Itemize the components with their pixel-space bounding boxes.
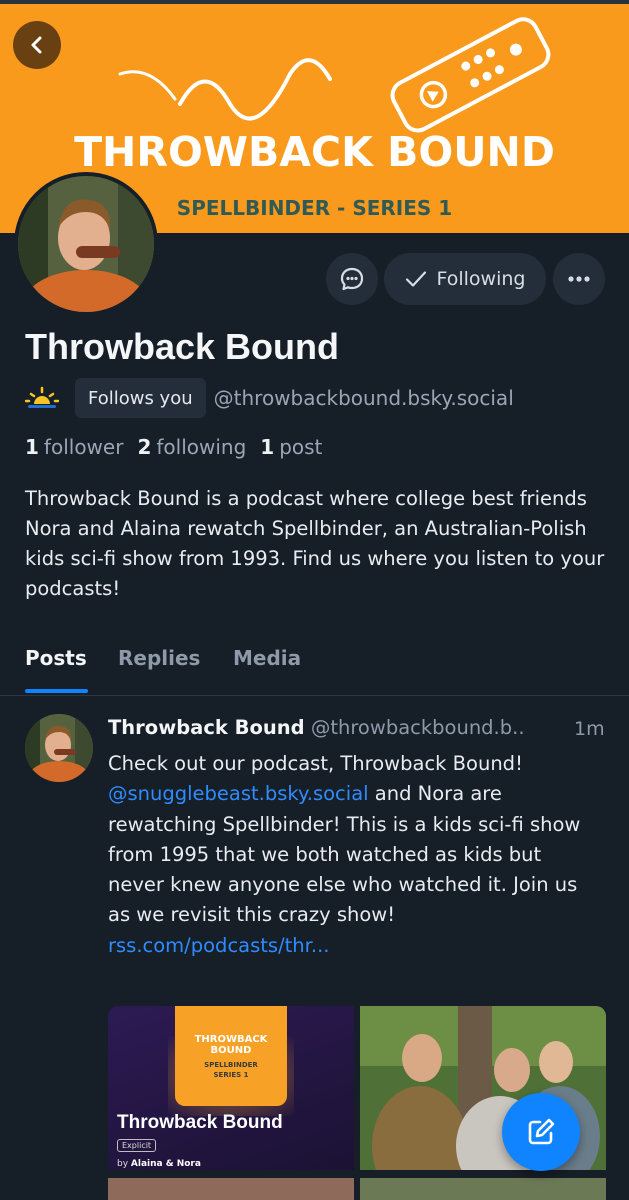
- podcast-cover-card-subtitle: SPELLBINDER SERIES 1: [204, 1061, 258, 1079]
- post-external-link[interactable]: rss.com/podcasts/thr...: [108, 934, 329, 957]
- post-author-handle[interactable]: @throwbackbound.b..: [311, 716, 525, 739]
- post-mention-link[interactable]: @snugglebeast.bsky.social: [108, 782, 369, 805]
- compose-post-button[interactable]: [502, 1093, 580, 1171]
- sunrise-emoji-icon: [25, 386, 59, 408]
- tab-replies[interactable]: Replies: [118, 646, 200, 670]
- message-button[interactable]: [326, 253, 378, 305]
- explicit-badge: Explicit: [117, 1139, 157, 1152]
- post-text-intro: Check out our podcast, Throwback Bound!: [108, 752, 523, 775]
- post-text: Check out our podcast, Throwback Bound! …: [108, 749, 603, 961]
- profile-display-name: Throwback Bound: [25, 326, 339, 367]
- banner-title: THROWBACK BOUND: [74, 128, 555, 176]
- post-timestamp[interactable]: 1m: [574, 718, 605, 740]
- ellipsis-icon: [568, 276, 590, 282]
- compose-icon: [528, 1118, 555, 1145]
- media-image-3[interactable]: [108, 1178, 354, 1200]
- followers-count: 1: [25, 435, 39, 459]
- post-avatar[interactable]: [25, 714, 93, 782]
- media-image-4[interactable]: [360, 1178, 606, 1200]
- follows-you-badge: Follows you: [75, 378, 206, 418]
- tab-media[interactable]: Media: [233, 646, 301, 670]
- avatar-photo: [25, 714, 93, 782]
- media-image-podcast-cover[interactable]: THROWBACK BOUND SPELLBINDER SERIES 1 Thro…: [108, 1006, 354, 1170]
- active-tab-indicator: [25, 689, 88, 693]
- profile-stats: 1 follower 2 following 1 post: [25, 435, 336, 459]
- more-options-button[interactable]: [553, 253, 605, 305]
- following-label: following: [156, 435, 247, 459]
- profile-bio: Throwback Bound is a podcast where colle…: [25, 487, 605, 600]
- podcast-cover-title: Throwback Bound: [117, 1112, 283, 1133]
- posts-stat: 1 post: [260, 435, 322, 459]
- following-stat[interactable]: 2 following: [137, 435, 246, 459]
- podcast-cover-author: by Alaina & Nora: [117, 1159, 201, 1169]
- message-icon: [340, 267, 364, 291]
- podcast-cover-card: THROWBACK BOUND SPELLBINDER SERIES 1: [175, 1006, 287, 1106]
- profile-meta-row: Follows you @throwbackbound.bsky.social: [25, 378, 514, 418]
- post-header: Throwback Bound @throwbackbound.b..: [108, 716, 613, 739]
- chevron-left-icon: [31, 36, 42, 54]
- profile-avatar[interactable]: [14, 172, 158, 316]
- post-author-name[interactable]: Throwback Bound: [108, 716, 305, 739]
- profile-handle[interactable]: @throwbackbound.bsky.social: [214, 386, 514, 410]
- tab-posts[interactable]: Posts: [25, 646, 87, 670]
- check-icon: [405, 271, 426, 287]
- following-count: 2: [137, 435, 152, 459]
- remote-icon: [390, 17, 551, 133]
- followers-label: follower: [43, 435, 124, 459]
- podcast-cover-card-title: THROWBACK BOUND: [194, 1034, 268, 1056]
- back-button[interactable]: [13, 21, 61, 69]
- followers-stat[interactable]: 1 follower: [25, 435, 123, 459]
- avatar-photo: [18, 176, 154, 312]
- posts-label: post: [279, 435, 323, 459]
- posts-count: 1: [260, 435, 275, 459]
- following-button[interactable]: Following: [384, 253, 546, 305]
- following-button-label: Following: [436, 268, 526, 290]
- profile-tabs: Posts Replies Media: [0, 640, 629, 696]
